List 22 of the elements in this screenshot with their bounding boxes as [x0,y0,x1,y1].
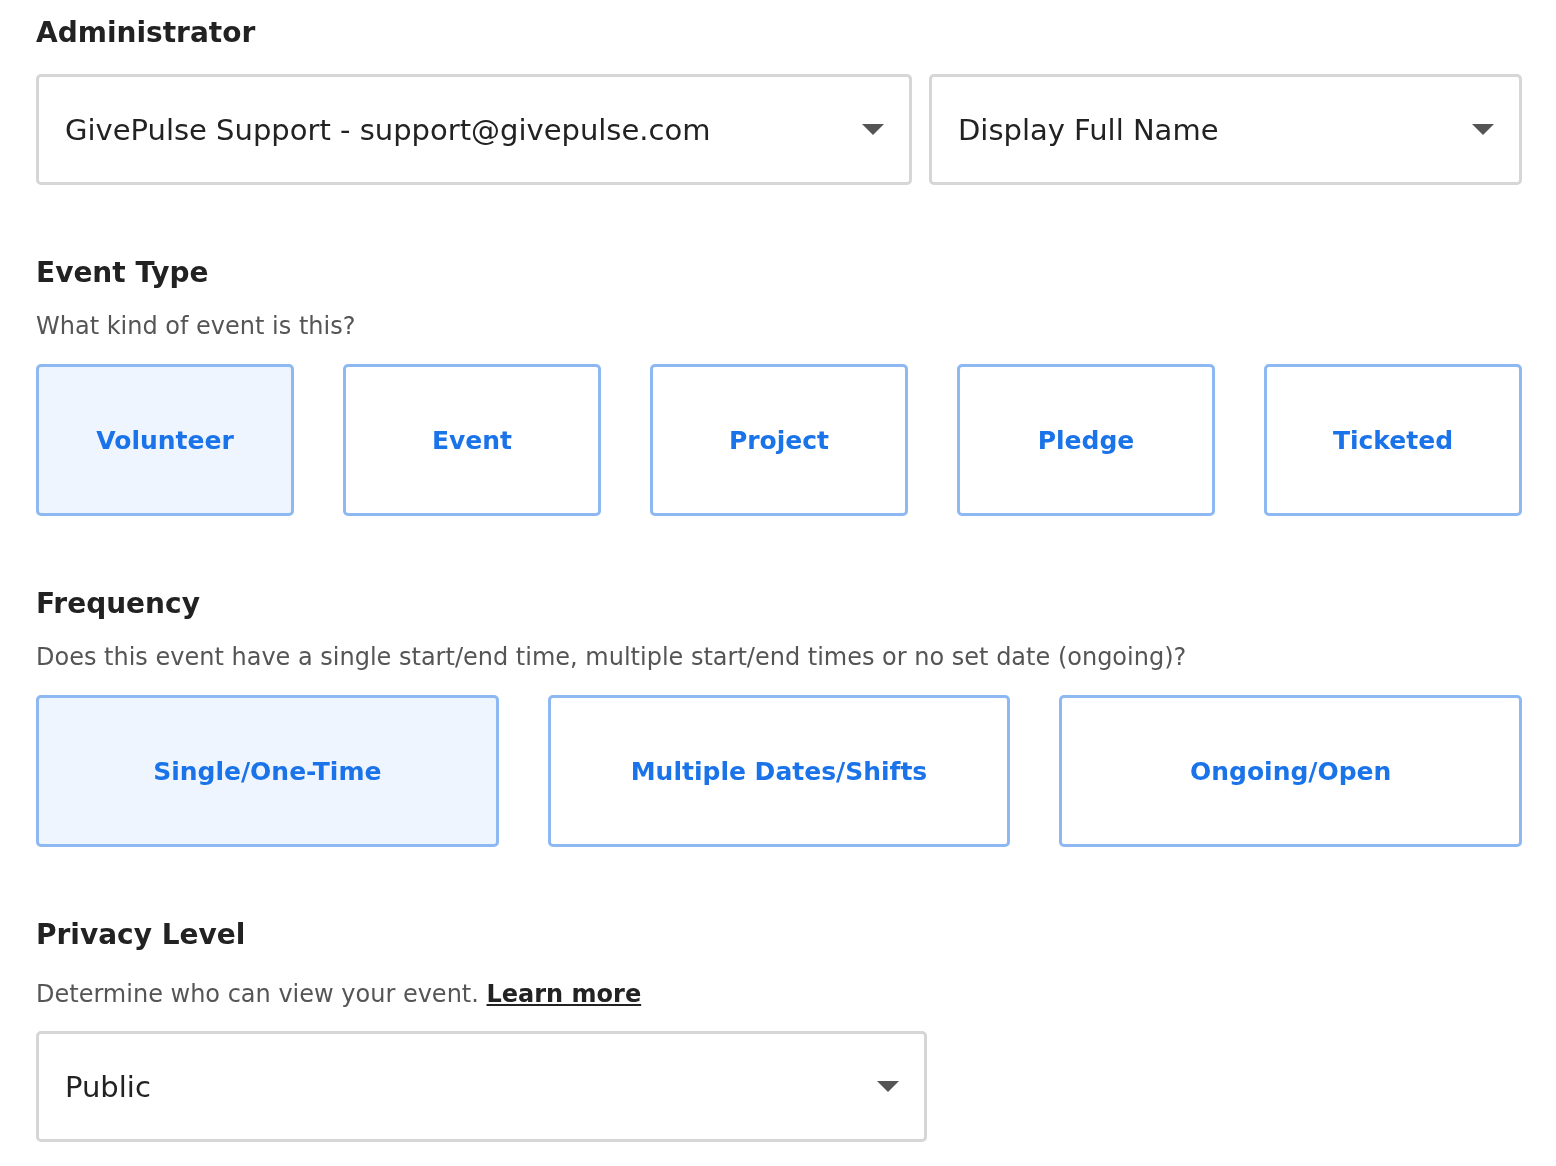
caret-icon [1472,124,1494,135]
dropdown-select[interactable]: GivePulse Support - support@givepulse.com [36,74,912,185]
section-description: What kind of event is this? [36,311,357,342]
caret-icon [877,1081,899,1092]
section-description: Determine who can view your event. Learn more [36,979,643,1010]
section-heading: Event Type [36,255,210,291]
learn-more-link[interactable]: Learn more [486,980,642,1008]
frequency-option[interactable]: Ongoing/Open [1059,695,1522,847]
section-heading: Privacy Level [36,917,247,953]
frequency-option[interactable]: Single/One-Time [36,695,499,847]
section-description: Does this event have a single start/end time, multiple start/end times or no set date (ongoing)? [36,642,1188,673]
event-type-option[interactable]: Ticketed [1264,364,1522,516]
section-heading: Frequency [36,586,201,622]
caret-icon [862,124,884,135]
section-heading: Administrator [36,15,257,51]
dropdown-select[interactable]: Display Full Name [929,74,1522,185]
event-type-option[interactable]: Event [343,364,601,516]
event-type-option[interactable]: Volunteer [36,364,294,516]
frequency-option[interactable]: Multiple Dates/Shifts [547,695,1011,847]
event-type-option[interactable]: Project [650,364,908,516]
dropdown-select[interactable]: Public [36,1031,927,1142]
event-type-option[interactable]: Pledge [957,364,1215,516]
